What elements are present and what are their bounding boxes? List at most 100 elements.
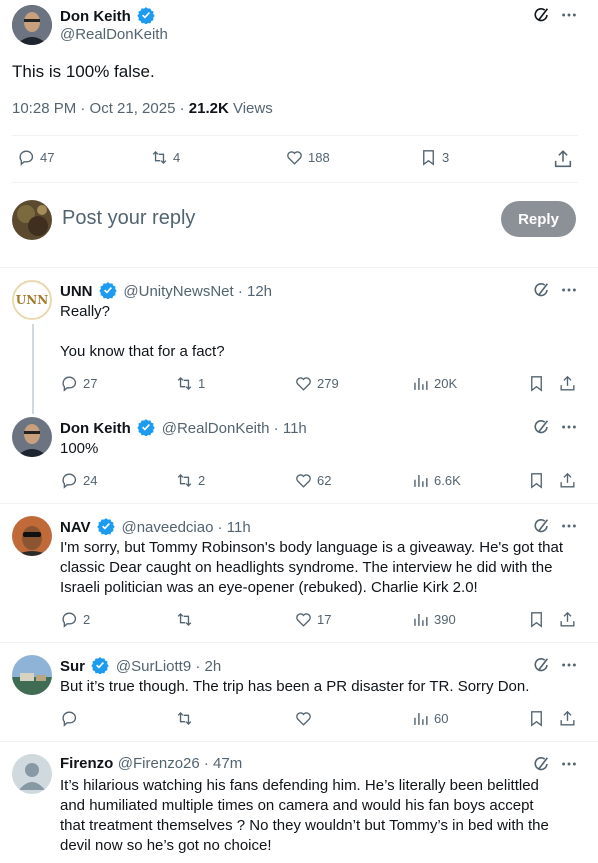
author-name[interactable]: Don Keith [60, 8, 131, 25]
reply-button[interactable] [60, 709, 83, 728]
like-button[interactable]: 62 [294, 471, 331, 490]
text-line: You know that for a fact? [60, 343, 225, 360]
views-label: Views [228, 100, 273, 117]
more-options-icon[interactable] [560, 281, 578, 299]
repost-count: 1 [198, 376, 206, 391]
heart-icon [296, 712, 311, 726]
reply-icon [19, 150, 34, 166]
author-name[interactable]: NAV [60, 519, 91, 536]
author-name[interactable]: UNN [60, 283, 93, 300]
reply-text: It’s hilarious watching his fans defendi… [60, 776, 590, 856]
repost-button[interactable]: 4 [150, 148, 180, 167]
reply-count: 47 [40, 150, 55, 165]
like-button[interactable]: 188 [285, 148, 330, 167]
repost-button[interactable] [175, 610, 198, 629]
reply-count: 27 [83, 376, 98, 391]
avatar[interactable] [12, 417, 52, 457]
more-options-icon[interactable] [560, 6, 578, 24]
views-button[interactable]: 390 [411, 610, 456, 629]
verified-badge-icon [91, 656, 110, 675]
bookmark-icon[interactable] [527, 471, 546, 490]
reply-button[interactable]: 24 [60, 471, 97, 490]
repost-button[interactable] [175, 709, 198, 728]
bookmark-count: 3 [442, 150, 450, 165]
reply-text: But it’s true though. The trip has been … [60, 678, 530, 695]
reply-button[interactable]: 47 [17, 148, 54, 167]
like-button[interactable]: 279 [294, 374, 339, 393]
share-icon[interactable] [558, 374, 577, 393]
text-line: and humiliated multiple times on camera … [60, 797, 534, 814]
unn-logo-text: UNN [15, 293, 49, 307]
reply-icon [62, 711, 77, 727]
grok-icon[interactable] [533, 755, 551, 773]
analytics-icon [414, 377, 428, 390]
author-handle[interactable]: @RealDonKeith · 11h [162, 420, 307, 437]
reply-submit-button[interactable]: Reply [501, 201, 576, 237]
reply-text: 100% [60, 440, 99, 457]
post-metadata: 10:28 PM · Oct 21, 2025 · 21.2K Views [12, 100, 273, 117]
verified-badge-icon [137, 418, 155, 437]
reply-input[interactable]: Post your reply [62, 207, 195, 230]
more-options-icon[interactable] [560, 418, 578, 436]
avatar[interactable] [12, 516, 52, 556]
analytics-icon [414, 474, 428, 487]
avatar[interactable] [12, 655, 52, 695]
author-name[interactable]: Don Keith [60, 420, 131, 437]
reply-count: 2 [83, 612, 91, 627]
avatar[interactable] [12, 754, 52, 794]
grok-icon[interactable] [533, 656, 551, 674]
views-button[interactable]: 60 [411, 709, 448, 728]
repost-button[interactable]: 2 [175, 471, 205, 490]
view-count: 60 [434, 711, 449, 726]
grok-icon[interactable] [533, 517, 551, 535]
author-handle[interactable]: @UnityNewsNet · 12h [123, 283, 272, 300]
views-button[interactable]: 20K [411, 374, 457, 393]
avatar[interactable]: UNN [12, 280, 52, 320]
post-timestamp[interactable]: 10:28 PM · Oct 21, 2025 · [12, 100, 189, 117]
repost-count: 2 [198, 473, 206, 488]
grok-icon[interactable] [533, 6, 551, 24]
author-line: UNN @UnityNewsNet · 12h [60, 281, 272, 301]
author-handle[interactable]: @Firenzo26 · 47m [118, 755, 242, 772]
like-button[interactable]: 17 [294, 610, 331, 629]
repost-icon [177, 474, 192, 487]
thread-line [32, 324, 34, 414]
share-icon[interactable] [552, 148, 574, 170]
view-count: 20K [434, 376, 458, 391]
more-options-icon[interactable] [560, 517, 578, 535]
reply-text: I'm sorry, but Tommy Robinson's body lan… [60, 538, 590, 598]
bookmark-icon[interactable] [527, 374, 546, 393]
author-name[interactable]: Firenzo [60, 755, 113, 772]
author-line: Firenzo @Firenzo26 · 47m [60, 755, 242, 773]
repost-button[interactable]: 1 [175, 374, 205, 393]
more-options-icon[interactable] [560, 755, 578, 773]
divider [12, 182, 578, 183]
grok-icon[interactable] [533, 418, 551, 436]
like-button[interactable] [294, 709, 317, 728]
reply-icon [62, 612, 77, 628]
bookmark-button[interactable]: 3 [419, 148, 449, 167]
bookmark-icon[interactable] [527, 709, 546, 728]
avatar[interactable] [12, 5, 52, 45]
divider [12, 135, 578, 136]
text-line: classic Dear caught on headlights syndro… [60, 559, 553, 576]
current-user-avatar[interactable] [12, 200, 52, 240]
like-count: 279 [317, 376, 339, 391]
share-icon[interactable] [558, 610, 577, 629]
grok-icon[interactable] [533, 281, 551, 299]
text-line: It’s hilarious watching his fans defendi… [60, 777, 539, 794]
bookmark-icon[interactable] [527, 610, 546, 629]
author-name[interactable]: Sur [60, 658, 85, 675]
reply-button[interactable]: 2 [60, 610, 90, 629]
like-count: 188 [308, 150, 330, 165]
views-button[interactable]: 6.6K [411, 471, 461, 490]
share-icon[interactable] [558, 709, 577, 728]
more-options-icon[interactable] [560, 656, 578, 674]
reply-button[interactable]: 27 [60, 374, 97, 393]
divider [0, 503, 598, 504]
author-handle[interactable]: @naveedciao · 11h [121, 519, 250, 536]
share-icon[interactable] [558, 471, 577, 490]
author-handle[interactable]: @RealDonKeith [60, 26, 168, 43]
author-line: Sur @SurLiott9 · 2h [60, 656, 221, 676]
author-handle[interactable]: @SurLiott9 · 2h [116, 658, 221, 675]
